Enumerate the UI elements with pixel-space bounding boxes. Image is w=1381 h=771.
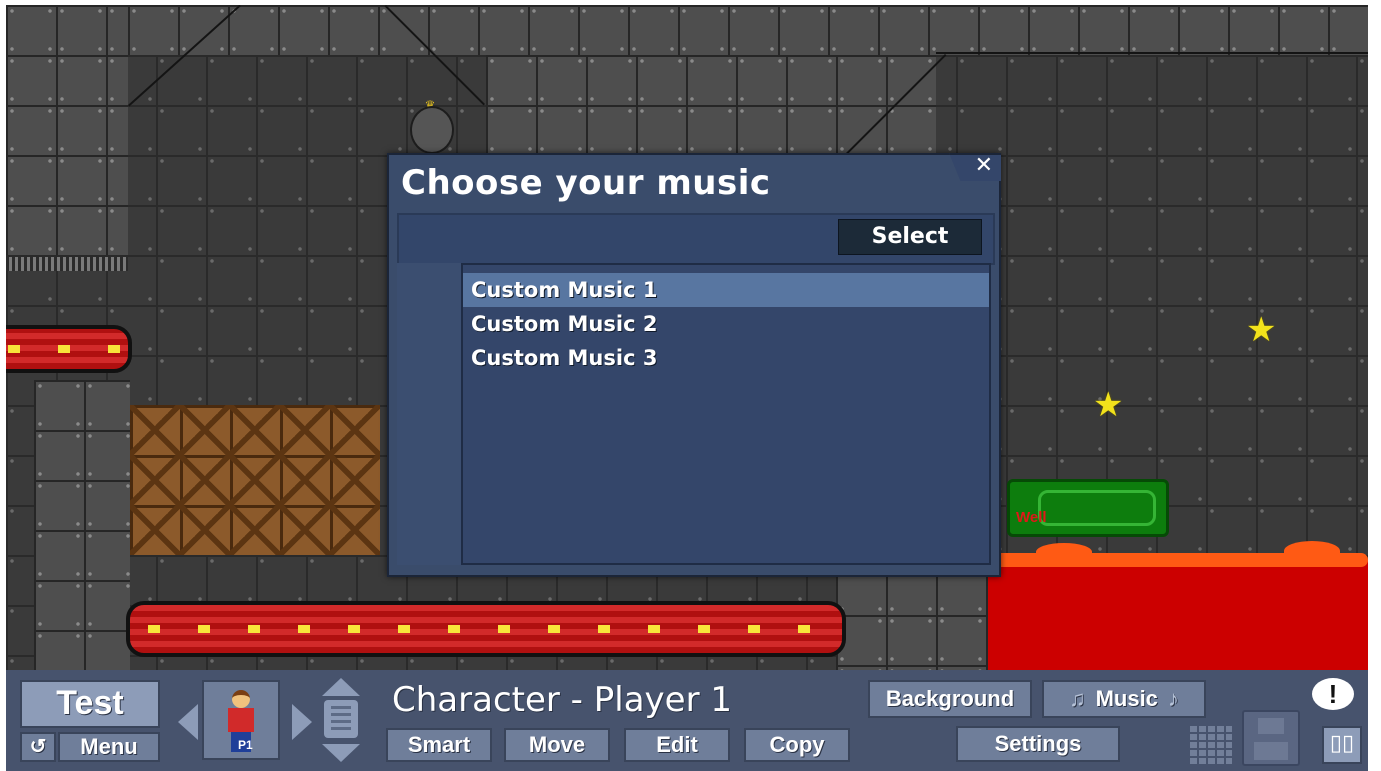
menu-button[interactable]: Menu — [58, 732, 160, 762]
goal-inner-frame — [1038, 490, 1156, 526]
conveyor-belt-bottom — [126, 601, 846, 657]
goal-well: Well — [1007, 479, 1169, 537]
conveyor-belt-left — [6, 325, 132, 373]
select-button[interactable]: Select — [838, 219, 982, 255]
player-tag: P1 — [238, 738, 253, 752]
selected-item-title: Character - Player 1 — [392, 680, 732, 720]
smart-button[interactable]: Smart — [386, 728, 492, 762]
music-item[interactable]: Custom Music 2 — [463, 307, 989, 341]
scroll-up-arrow[interactable] — [322, 678, 360, 696]
prev-item-arrow[interactable] — [178, 704, 198, 740]
music-note-icon: ♪ — [1167, 686, 1179, 711]
close-icon[interactable]: ✕ — [975, 154, 993, 178]
copy-button[interactable]: Copy — [744, 728, 850, 762]
move-button[interactable]: Move — [504, 728, 610, 762]
level-canvas[interactable]: ♛ ★ ★ Well ✕ Choose your music Select Cu… — [6, 5, 1368, 670]
scroll-down-arrow[interactable] — [322, 744, 360, 762]
background-button[interactable]: Background — [868, 680, 1032, 718]
goal-label: Well — [1016, 509, 1047, 526]
music-button[interactable]: ♫ Music ♪ — [1042, 680, 1206, 718]
dialog-title: Choose your music — [401, 163, 771, 203]
undo-icon[interactable]: ↺ — [20, 732, 56, 762]
save-icon[interactable] — [1242, 710, 1300, 766]
spike-row — [6, 257, 128, 271]
avatar-head — [232, 690, 250, 708]
wall-tiles-top-middle — [486, 55, 936, 155]
music-dialog: ✕ Choose your music Select Custom Music … — [387, 153, 1001, 577]
list-icon[interactable] — [324, 700, 358, 738]
next-item-arrow[interactable] — [292, 704, 312, 740]
avatar-body — [228, 708, 254, 732]
lava-bubble — [1284, 541, 1340, 561]
lava-bubble — [1036, 543, 1092, 561]
grid-icon[interactable] — [1188, 724, 1232, 764]
music-item[interactable]: Custom Music 1 — [463, 273, 989, 307]
edit-button[interactable]: Edit — [624, 728, 730, 762]
feedback-icon[interactable]: ! — [1312, 678, 1354, 710]
wall-tiles-left-column — [34, 380, 130, 670]
music-button-label: Music — [1095, 686, 1158, 711]
music-note-icon: ♫ — [1069, 686, 1086, 711]
character-preview[interactable]: P1 — [202, 680, 280, 760]
music-list[interactable]: Custom Music 1 Custom Music 2 Custom Mus… — [461, 263, 991, 565]
bomb-icon — [410, 106, 454, 154]
settings-button[interactable]: Settings — [956, 726, 1120, 762]
list-gutter — [397, 263, 461, 565]
crate-block — [130, 405, 380, 555]
editor-toolbar: Test ↺ Menu P1 Character - Player 1 Smar… — [6, 670, 1368, 771]
music-item[interactable]: Custom Music 3 — [463, 341, 989, 375]
star-icon: ★ — [1093, 385, 1124, 425]
book-icon[interactable]: ▯▯ — [1322, 726, 1362, 764]
wall-tiles-top-left — [6, 5, 128, 255]
wall-tiles-top-strip — [128, 5, 1368, 55]
item-scroller[interactable] — [320, 678, 362, 764]
wall-tiles-bottom-right — [836, 565, 988, 670]
star-icon: ★ — [1246, 310, 1277, 350]
lava-pool — [988, 561, 1368, 670]
test-button[interactable]: Test — [20, 680, 160, 728]
ledge-line — [936, 52, 1368, 54]
